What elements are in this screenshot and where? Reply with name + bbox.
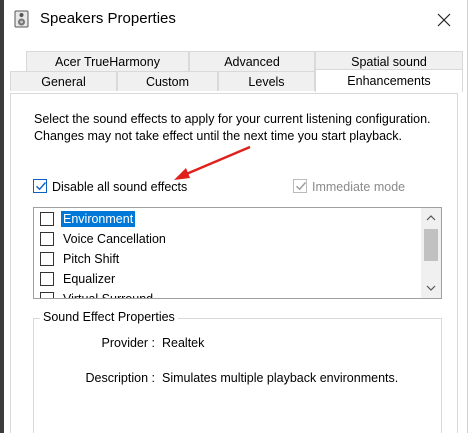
description-value: Simulates multiple playback environments… <box>162 371 399 385</box>
effect-checkbox[interactable] <box>40 212 54 226</box>
chevron-up-icon <box>426 215 436 221</box>
description-label: Description : <box>85 371 155 385</box>
immediate-mode-label: Immediate mode <box>312 180 406 194</box>
effect-checkbox[interactable] <box>40 252 54 266</box>
window-edge <box>0 0 4 433</box>
tab-general[interactable]: General <box>10 71 117 91</box>
scroll-down-button[interactable] <box>421 279 441 297</box>
scroll-thumb[interactable] <box>424 229 438 261</box>
list-item[interactable]: Equalizer <box>34 269 419 289</box>
instructions-text: Select the sound effects to apply for yo… <box>34 112 431 143</box>
speaker-icon <box>14 10 30 28</box>
speakers-properties-window: Speakers Properties Acer TrueHarmony Adv… <box>0 0 468 433</box>
close-icon <box>437 13 451 27</box>
provider-label: Provider : <box>101 336 156 350</box>
effect-label[interactable]: Voice Cancellation <box>61 231 168 247</box>
checkmark-icon <box>36 182 47 191</box>
effect-label[interactable]: Environment <box>61 211 136 227</box>
effect-label[interactable]: Virtual Surround <box>61 291 155 298</box>
window-title: Speakers Properties <box>40 10 176 27</box>
effect-checkbox[interactable] <box>40 272 54 286</box>
close-button[interactable] <box>429 6 459 34</box>
immediate-mode-checkbox[interactable] <box>293 179 307 193</box>
tab-acer-trueharmony[interactable]: Acer TrueHarmony <box>26 51 189 71</box>
group-title: Sound Effect Properties <box>40 310 178 324</box>
scroll-up-button[interactable] <box>421 209 441 227</box>
tab-custom[interactable]: Custom <box>117 71 218 91</box>
annotation-arrow-icon <box>174 145 251 180</box>
list-scrollbar[interactable] <box>421 208 441 298</box>
list-item[interactable]: Virtual Surround <box>34 289 419 298</box>
tab-advanced[interactable]: Advanced <box>189 51 315 71</box>
effect-checkbox[interactable] <box>40 232 54 246</box>
checkmark-icon <box>296 182 307 191</box>
tab-levels[interactable]: Levels <box>218 71 315 91</box>
disable-all-checkbox[interactable] <box>33 179 47 193</box>
tab-enhancements[interactable]: Enhancements <box>315 69 463 92</box>
effect-label[interactable]: Pitch Shift <box>61 251 121 267</box>
list-item[interactable]: Pitch Shift <box>34 249 419 269</box>
list-item[interactable]: Environment <box>34 209 419 229</box>
effect-checkbox[interactable] <box>40 292 54 298</box>
tab-spatial-sound[interactable]: Spatial sound <box>315 51 463 71</box>
list-item[interactable]: Voice Cancellation <box>34 229 419 249</box>
provider-value: Realtek <box>162 336 205 350</box>
sound-effects-list[interactable]: Environment Voice Cancellation Pitch Shi… <box>33 207 442 299</box>
effect-label[interactable]: Equalizer <box>61 271 117 287</box>
chevron-down-icon <box>426 285 436 291</box>
title-bar: Speakers Properties <box>4 0 467 40</box>
disable-all-label[interactable]: Disable all sound effects <box>52 180 187 194</box>
